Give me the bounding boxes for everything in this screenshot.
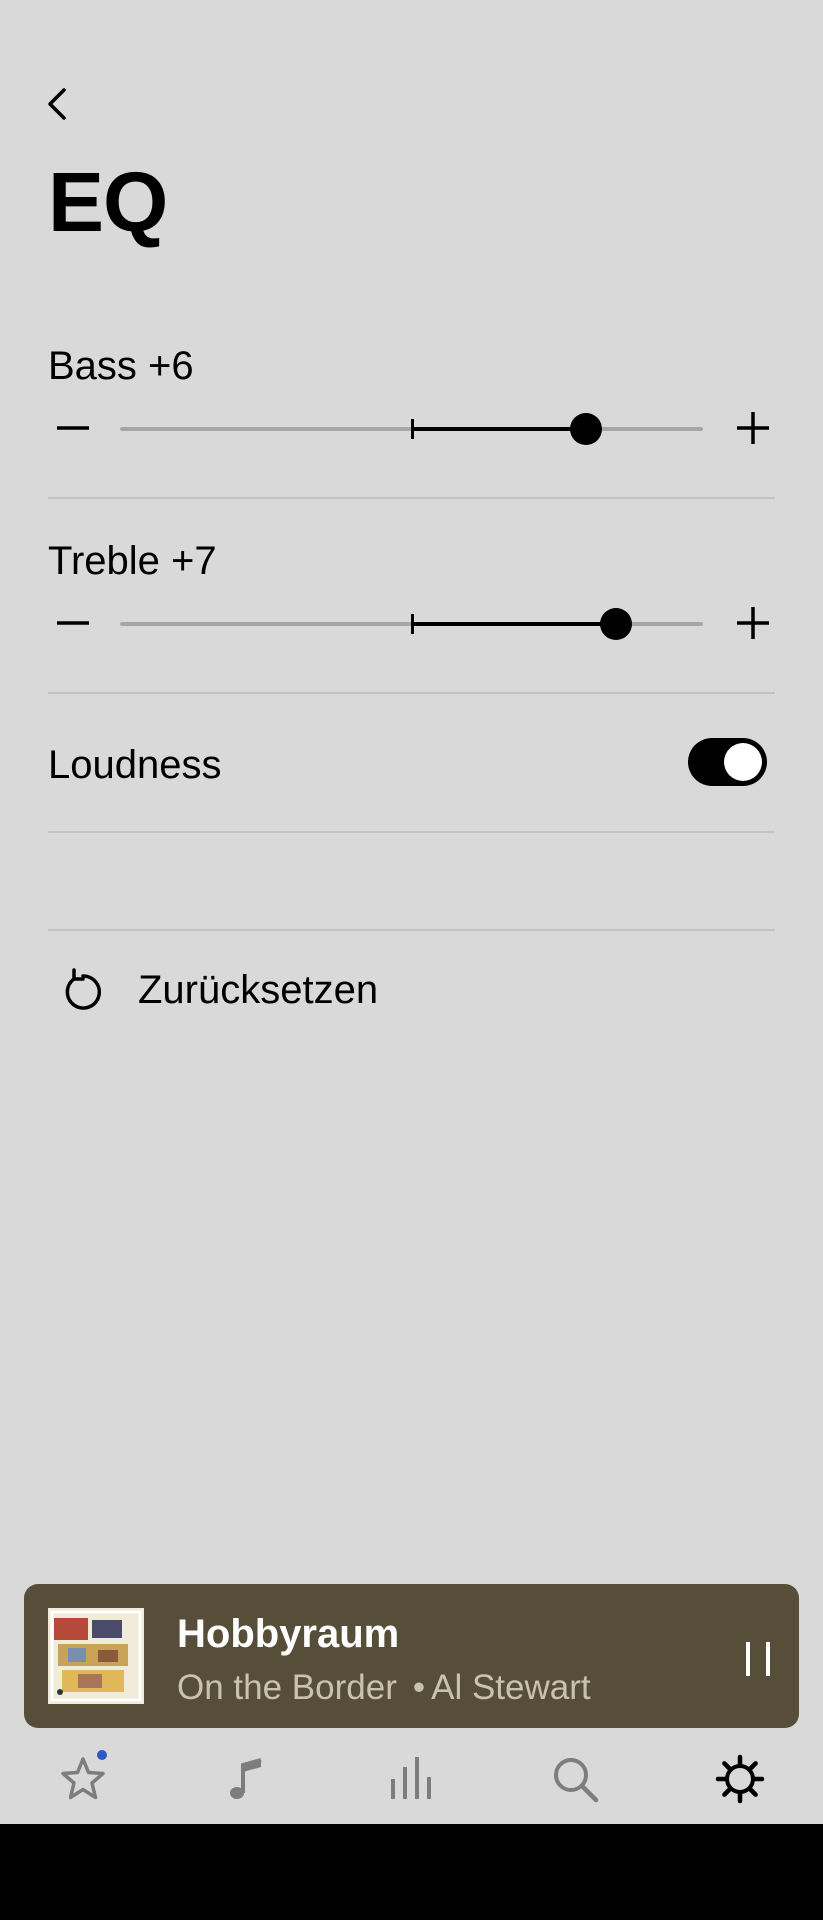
treble-slider-fill (411, 622, 616, 626)
pause-icon (766, 1642, 770, 1676)
nav-rooms[interactable] (381, 1744, 441, 1814)
music-note-icon (230, 1758, 262, 1799)
bass-slider-thumb[interactable] (570, 413, 603, 445)
minus-icon (57, 426, 89, 430)
treble-label: Treble +7 (48, 539, 217, 583)
bass-decrease-button[interactable] (51, 403, 95, 453)
bass-row: Bass +6 (48, 346, 775, 386)
loudness-label: Loudness (48, 743, 222, 787)
bass-slider-fill (411, 427, 587, 431)
nav-music[interactable] (217, 1744, 277, 1814)
nav-favorites[interactable] (53, 1744, 113, 1814)
divider (48, 929, 775, 931)
star-icon (61, 1757, 105, 1800)
minus-icon (57, 621, 89, 625)
reset-button[interactable]: Zurücksetzen (48, 960, 548, 1020)
bass-slider-row (48, 403, 775, 453)
plus-icon (737, 412, 769, 444)
album-art[interactable] (48, 1608, 144, 1704)
nav-settings[interactable] (710, 1744, 770, 1814)
pause-button[interactable] (742, 1642, 776, 1676)
treble-center-tick (410, 614, 414, 634)
now-playing-bar[interactable]: Hobbyraum On the Border • Al Stewart (24, 1584, 799, 1728)
separator-dot: • (412, 1668, 426, 1707)
divider (48, 692, 775, 694)
search-icon (554, 1758, 599, 1803)
nav-search[interactable] (545, 1744, 605, 1814)
treble-slider[interactable] (120, 608, 703, 640)
plus-icon (737, 607, 769, 639)
bass-slider[interactable] (120, 413, 703, 445)
now-playing-subtitle: On the Border • Al Stewart (177, 1670, 591, 1705)
bass-increase-button[interactable] (731, 403, 775, 453)
equalizer-bars-icon (391, 1757, 431, 1799)
treble-row: Treble +7 (48, 541, 775, 581)
page-title: EQ (48, 155, 168, 249)
now-playing-track: On the Border (177, 1668, 397, 1707)
treble-increase-button[interactable] (731, 598, 775, 648)
system-navigation-bar (0, 1824, 823, 1920)
album-art-image (48, 1608, 144, 1704)
bottom-navigation (0, 1744, 823, 1824)
chevron-left-icon (48, 88, 66, 120)
divider (48, 497, 775, 499)
now-playing-room: Hobbyraum (177, 1612, 400, 1656)
bass-center-tick (410, 419, 414, 439)
notification-badge (97, 1750, 107, 1760)
treble-slider-row (48, 598, 775, 648)
divider (48, 831, 775, 833)
reset-label: Zurücksetzen (138, 968, 379, 1012)
back-button[interactable] (40, 80, 76, 128)
loudness-toggle[interactable] (688, 738, 767, 786)
now-playing-artist: Al Stewart (431, 1668, 591, 1707)
pause-icon (746, 1642, 750, 1676)
treble-slider-thumb[interactable] (599, 608, 632, 640)
treble-decrease-button[interactable] (51, 598, 95, 648)
toggle-knob (724, 743, 762, 781)
reset-icon (65, 968, 102, 1010)
bass-label: Bass +6 (48, 344, 194, 388)
settings-gear-icon (715, 1754, 765, 1804)
